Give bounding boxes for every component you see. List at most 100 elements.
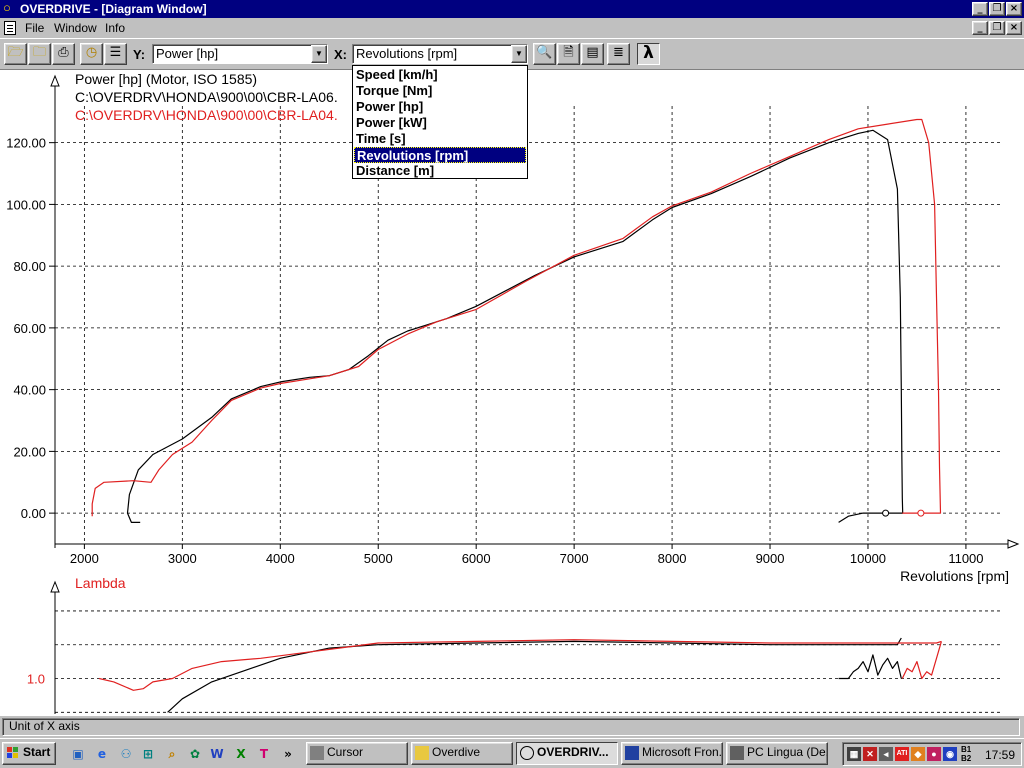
series-line: [98, 639, 942, 691]
y-axis-select[interactable]: Power [hp] ▼: [152, 44, 328, 64]
chevron-down-icon[interactable]: ▼: [311, 45, 327, 63]
menu-window[interactable]: Window: [54, 20, 97, 36]
lambda-y-axis-arrow: [50, 580, 60, 593]
quicklaunch-more-icon[interactable]: »: [280, 746, 296, 762]
menu-bar: File Window Info _ ❐ ×: [0, 18, 1024, 38]
doc-close-button[interactable]: ×: [1006, 21, 1022, 35]
window-button[interactable]: ▤: [581, 43, 604, 65]
pc-lingua-icon: [730, 746, 744, 760]
option-distance[interactable]: Distance [m]: [354, 163, 526, 179]
tray-app4-icon[interactable]: ◉: [943, 747, 957, 761]
option-time[interactable]: Time [s]: [354, 131, 526, 147]
app-icon: [520, 746, 534, 760]
app-icon[interactable]: ○: [3, 1, 17, 15]
y-axis-arrow: [50, 74, 60, 87]
task-label: Microsoft Fron...: [642, 745, 723, 759]
series-line: [167, 637, 902, 713]
task-frontpage[interactable]: Microsoft Fron...: [621, 742, 723, 765]
option-speed[interactable]: Speed [km/h]: [354, 67, 526, 83]
close-button[interactable]: ×: [1006, 2, 1022, 16]
timer-button[interactable]: ◷: [80, 43, 103, 65]
status-bar: Unit of X axis: [0, 716, 1024, 738]
internet-explorer-icon[interactable]: e: [94, 746, 110, 762]
folder-icon: 🗀: [32, 45, 46, 60]
lambda-button[interactable]: λ: [637, 43, 660, 65]
x-axis-label: X:: [334, 47, 347, 62]
legend-series-black: C:\OVERDRV\HONDA\900\00\CBR-LA06.: [75, 89, 338, 105]
zoom-button[interactable]: 🔍: [533, 43, 556, 65]
search-icon[interactable]: ⌕: [164, 746, 180, 762]
tray-volume-icon[interactable]: ◂: [879, 747, 893, 761]
y-tick-label: 120.00: [6, 136, 46, 151]
doc-minimize-button[interactable]: _: [972, 21, 988, 35]
stack-button[interactable]: ≣: [607, 43, 630, 65]
x-tick-label: 7000: [560, 551, 589, 566]
telekom-icon[interactable]: T: [256, 746, 272, 762]
chevron-down-icon[interactable]: ▼: [511, 45, 527, 63]
start-button[interactable]: Start: [2, 742, 56, 765]
clock: 17:59: [984, 748, 1015, 762]
folder-open-icon: 🗁: [7, 45, 24, 60]
y-axis-value: Power [hp]: [156, 46, 219, 61]
x-axis-dropdown-list: Speed [km/h] Torque [Nm] Power [hp] Powe…: [352, 65, 528, 179]
open-folder-button[interactable]: 🗁: [4, 43, 27, 65]
option-revolutions[interactable]: Revolutions [rpm]: [354, 147, 526, 163]
restore-button[interactable]: ❐: [989, 2, 1005, 16]
y-tick-label: 80.00: [13, 259, 46, 274]
app-icon[interactable]: ✿: [187, 746, 203, 762]
tray-ati-icon[interactable]: ATI: [895, 747, 909, 761]
series-marker: [917, 509, 925, 517]
task-pc-lingua[interactable]: PC Lingua (De...: [726, 742, 828, 765]
y-tick-label: 20.00: [13, 444, 46, 459]
magnifier-icon: 🔍: [536, 45, 553, 60]
task-cursor[interactable]: Cursor: [306, 742, 408, 765]
option-power-hp[interactable]: Power [hp]: [354, 99, 526, 115]
x-axis-value: Revolutions [rpm]: [356, 46, 458, 61]
legend-series-red: C:\OVERDRV\HONDA\900\00\CBR-LA04.: [75, 107, 338, 123]
open-file-button[interactable]: 🗀: [28, 43, 51, 65]
stack-icon: ≣: [613, 45, 624, 60]
task-overdive-folder[interactable]: Overdive: [411, 742, 513, 765]
document-icon[interactable]: [4, 21, 16, 35]
tray-antivirus-icon[interactable]: ✕: [863, 747, 877, 761]
frontpage-icon: [625, 746, 639, 760]
x-tick-label: 9000: [756, 551, 785, 566]
x-axis-select[interactable]: Revolutions [rpm] ▼: [352, 44, 528, 64]
desktop-icon[interactable]: ▣: [70, 746, 86, 762]
x-tick-label: 4000: [266, 551, 295, 566]
network-icon[interactable]: ⚇: [118, 746, 134, 762]
series-line: [838, 654, 902, 680]
doc-restore-button[interactable]: ❐: [989, 21, 1005, 35]
menu-file[interactable]: File: [25, 20, 44, 36]
x-tick-label: 11000: [948, 551, 983, 566]
tray-app2-icon[interactable]: ◆: [911, 747, 925, 761]
document-button[interactable]: 🗎: [557, 43, 580, 65]
task-label: PC Lingua (De...: [747, 745, 828, 759]
task-label: OVERDRIV...: [537, 745, 609, 759]
minimize-button[interactable]: _: [972, 2, 988, 16]
task-overdrive[interactable]: OVERDRIV...: [516, 742, 618, 765]
series-line: [91, 118, 942, 517]
lambda-tick-label: 1.0: [27, 672, 45, 687]
tray-app3-icon[interactable]: ●: [927, 747, 941, 761]
document-icon: 🗎: [563, 45, 574, 60]
title-bar: ○ OVERDRIVE - [Diagram Window] _ ❐ ×: [0, 0, 1024, 18]
explorer-icon[interactable]: ⊞: [140, 746, 156, 762]
menu-info[interactable]: Info: [105, 20, 125, 36]
task-label: Cursor: [327, 745, 364, 759]
window-title: OVERDRIVE - [Diagram Window]: [20, 2, 207, 16]
word-icon[interactable]: W: [209, 746, 225, 762]
status-text: Unit of X axis: [2, 718, 1020, 736]
x-tick-label: 10000: [850, 551, 886, 566]
folder-icon: [415, 746, 429, 760]
x-tick-label: 6000: [462, 551, 491, 566]
excel-icon[interactable]: X: [233, 746, 249, 762]
print-button[interactable]: ⎙: [52, 43, 75, 65]
list-button[interactable]: ☰: [104, 43, 127, 65]
chart-title: Power [hp] (Motor, ISO 1585): [75, 71, 258, 87]
window-icon: ▤: [586, 45, 599, 60]
option-power-kw[interactable]: Power [kW]: [354, 115, 526, 131]
tray-app-icon[interactable]: ▦: [847, 747, 861, 761]
option-torque[interactable]: Torque [Nm]: [354, 83, 526, 99]
y-tick-label: 40.00: [13, 383, 46, 398]
